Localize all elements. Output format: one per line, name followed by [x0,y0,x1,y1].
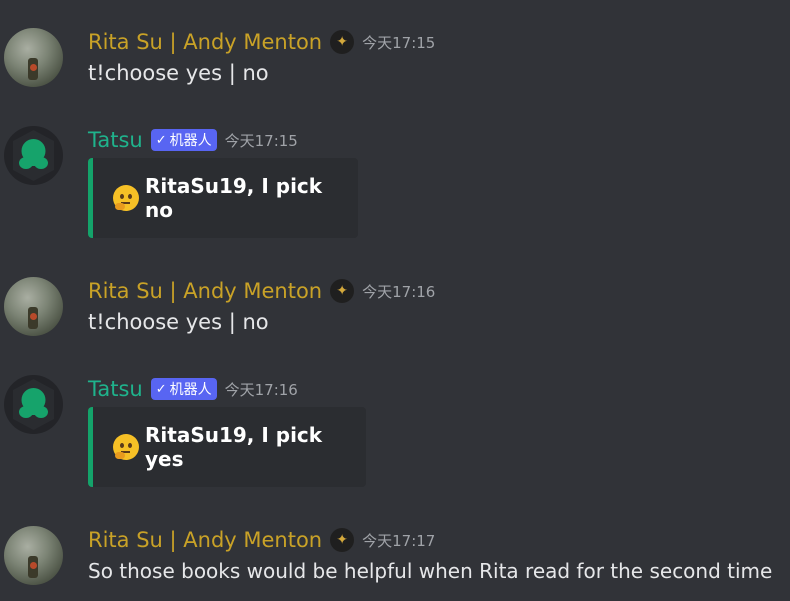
avatar[interactable] [4,375,63,434]
username[interactable]: Tatsu [88,377,143,401]
role-badge-icon[interactable]: ✦ [330,528,355,552]
timestamp[interactable]: 今天17:17 [362,530,435,551]
role-badge-icon[interactable]: ✦ [330,279,355,303]
timestamp[interactable]: 今天17:15 [362,32,435,53]
bot-badge: ✓ 机器人 [150,378,217,400]
timestamp[interactable]: 今天17:16 [225,379,298,400]
embed: RitaSu19, I pick no [88,158,358,238]
timestamp[interactable]: 今天17:16 [362,281,435,302]
username[interactable]: Rita Su | Andy Menton [88,279,322,303]
message-content: So those books would be helpful when Rit… [88,559,773,583]
bot-tag-label: 机器人 [169,382,212,398]
thinking-face-emoji-icon [113,185,139,211]
avatar[interactable] [4,28,63,87]
embed-text: RitaSu19, I pick yes [145,423,323,471]
bot-tag-label: 机器人 [169,133,212,149]
avatar[interactable] [4,526,63,585]
thinking-face-emoji-icon [113,434,139,460]
username[interactable]: Rita Su | Andy Menton [88,528,322,552]
embed: RitaSu19, I pick yes [88,407,366,487]
timestamp[interactable]: 今天17:15 [225,130,298,151]
verified-check-icon: ✓ [155,381,167,397]
message-content: t!choose yes | no [88,310,269,334]
bot-badge: ✓ 机器人 [150,129,217,151]
tatsu-avatar-icon [13,130,54,181]
username[interactable]: Tatsu [88,128,143,152]
role-badge-icon[interactable]: ✦ [330,30,355,54]
username[interactable]: Rita Su | Andy Menton [88,30,322,54]
verified-check-icon: ✓ [155,132,167,148]
avatar[interactable] [4,126,63,185]
tatsu-avatar-icon [13,379,54,430]
embed-text: RitaSu19, I pick no [145,174,323,222]
avatar[interactable] [4,277,63,336]
message-content: t!choose yes | no [88,61,269,85]
